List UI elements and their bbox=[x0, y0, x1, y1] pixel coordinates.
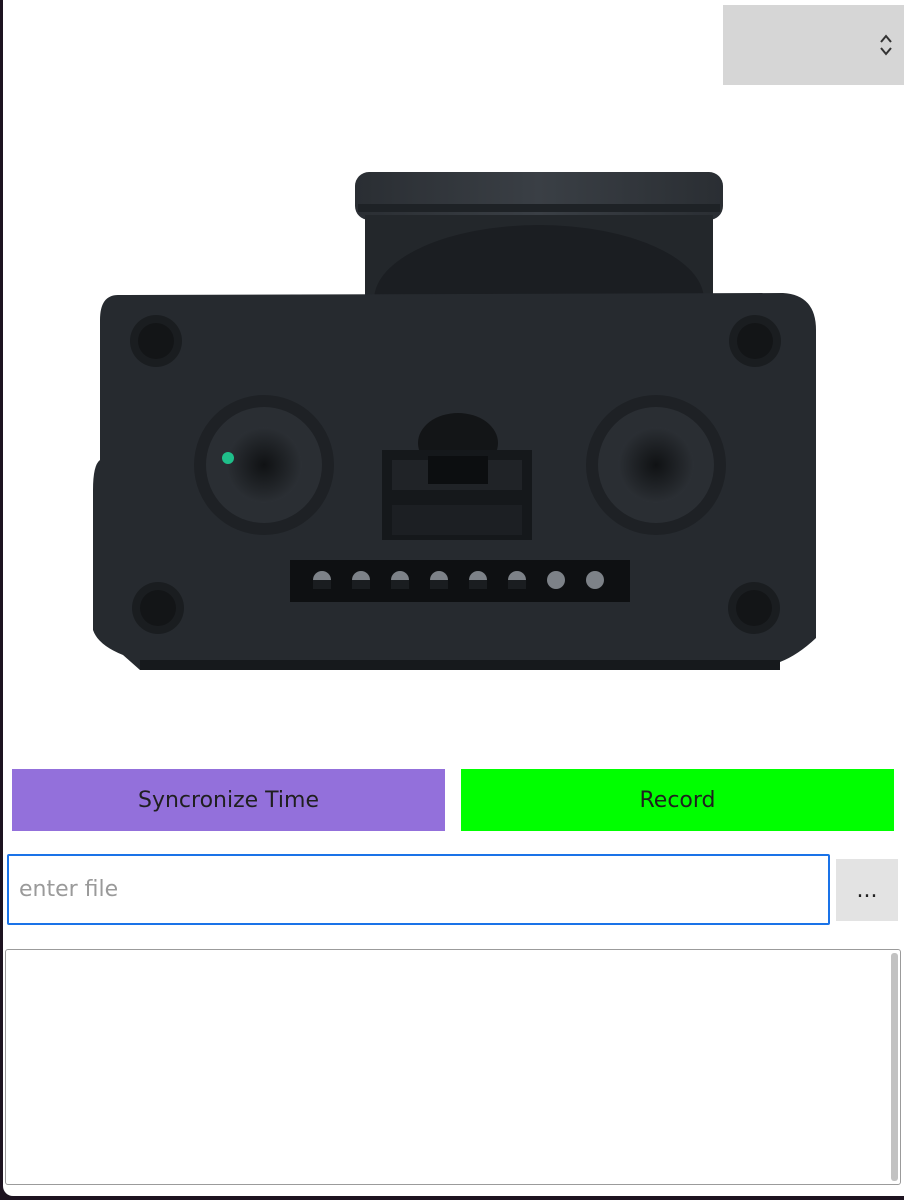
up-down-chevron-icon bbox=[880, 34, 892, 56]
device-select[interactable] bbox=[723, 5, 904, 85]
log-textarea[interactable] bbox=[5, 949, 901, 1185]
record-button[interactable]: Record bbox=[461, 769, 894, 831]
log-scrollbar[interactable] bbox=[891, 953, 898, 1181]
synchronize-time-button[interactable]: Syncronize Time bbox=[12, 769, 445, 831]
app-window: Syncronize Time Record ... bbox=[3, 0, 904, 1196]
browse-file-button[interactable]: ... bbox=[836, 859, 898, 921]
file-path-input[interactable] bbox=[7, 854, 830, 925]
camera-module-image bbox=[93, 172, 816, 670]
